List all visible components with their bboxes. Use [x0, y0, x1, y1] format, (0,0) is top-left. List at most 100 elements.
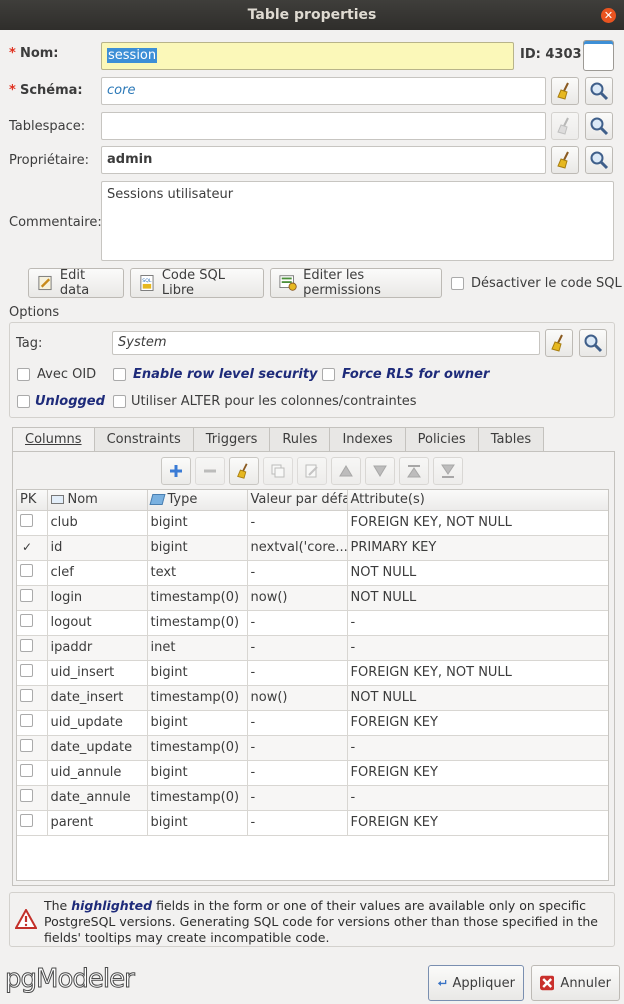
- pk-checkbox[interactable]: [20, 664, 33, 677]
- select-tag-button[interactable]: [579, 329, 607, 357]
- tab-rules[interactable]: Rules: [270, 427, 331, 451]
- table-row[interactable]: uid_annule bigint - FOREIGN KEY: [17, 760, 608, 786]
- tab-indexes[interactable]: Indexes: [330, 427, 406, 451]
- schema-selector[interactable]: core: [101, 77, 546, 105]
- comment-textarea[interactable]: Sessions utilisateur: [101, 181, 614, 261]
- broom-icon: [551, 334, 563, 352]
- tab-policies[interactable]: Policies: [405, 427, 479, 451]
- table-row[interactable]: clef text - NOT NULL: [17, 560, 608, 586]
- pk-checkbox[interactable]: [20, 814, 33, 827]
- table-type-icon[interactable]: [583, 40, 614, 71]
- select-schema-button[interactable]: [585, 77, 613, 105]
- edit-column-button[interactable]: [297, 457, 327, 485]
- clear-columns-button[interactable]: [229, 457, 259, 485]
- clear-schema-button[interactable]: [551, 77, 579, 105]
- table-row[interactable]: uid_insert bigint - FOREIGN KEY, NOT NULL: [17, 660, 608, 686]
- disable-sql-check[interactable]: [451, 277, 464, 290]
- header-nom[interactable]: Nom: [47, 490, 148, 511]
- unlogged-checkbox[interactable]: Unlogged: [17, 394, 105, 409]
- owner-selector[interactable]: admin: [101, 146, 546, 174]
- pk-checkbox[interactable]: [20, 714, 33, 727]
- unlogged-check[interactable]: [17, 395, 30, 408]
- tablespace-selector[interactable]: [101, 112, 546, 140]
- tab-columns[interactable]: Columns: [12, 427, 95, 452]
- use-alter-checkbox[interactable]: Utiliser ALTER pour les colonnes/contrai…: [113, 394, 417, 409]
- table-row[interactable]: ipaddr inet - -: [17, 635, 608, 661]
- pk-cell[interactable]: [17, 685, 48, 711]
- select-owner-button[interactable]: [585, 146, 613, 174]
- header-attributes[interactable]: Attribute(s): [347, 490, 608, 511]
- enable-rls-check[interactable]: [113, 368, 126, 381]
- table-row[interactable]: club bigint - FOREIGN KEY, NOT NULL: [17, 510, 608, 536]
- move-bottom-button[interactable]: [433, 457, 463, 485]
- pk-cell[interactable]: [17, 760, 48, 786]
- columns-grid[interactable]: PK Nom Type Valeur par défaut Attribute(…: [16, 489, 609, 881]
- edit-data-label: Edit data: [59, 268, 90, 298]
- force-rls-check[interactable]: [322, 368, 335, 381]
- remove-column-button[interactable]: [195, 457, 225, 485]
- pk-cell[interactable]: [17, 810, 48, 836]
- clear-tablespace-button[interactable]: [551, 112, 579, 140]
- table-row[interactable]: date_annule timestamp(0) - -: [17, 785, 608, 811]
- tag-selector[interactable]: System: [112, 331, 540, 355]
- pk-checkbox[interactable]: [20, 614, 33, 627]
- header-pk[interactable]: PK: [17, 490, 48, 511]
- tab-triggers[interactable]: Triggers: [193, 427, 271, 451]
- pk-checkbox[interactable]: [20, 764, 33, 777]
- pk-checkbox[interactable]: [20, 789, 33, 802]
- pk-checkbox[interactable]: [20, 689, 33, 702]
- edit-data-button[interactable]: Edit data: [28, 268, 124, 298]
- pk-cell[interactable]: [17, 735, 48, 761]
- disable-sql-checkbox[interactable]: Désactiver le code SQL: [451, 276, 622, 291]
- enable-rls-checkbox[interactable]: Enable row level security: [113, 367, 318, 382]
- tab-constraints[interactable]: Constraints: [94, 427, 194, 451]
- sql-libre-button[interactable]: SQL Code SQL Libre: [130, 268, 264, 298]
- pk-checkbox[interactable]: [20, 639, 33, 652]
- default-cell: -: [247, 660, 348, 686]
- table-row[interactable]: ✓ id bigint nextval('core... PRIMARY KEY: [17, 535, 608, 561]
- pk-cell[interactable]: [17, 785, 48, 811]
- pk-checkbox[interactable]: [20, 564, 33, 577]
- pk-cell[interactable]: [17, 635, 48, 661]
- tab-tables[interactable]: Tables: [478, 427, 545, 451]
- pk-cell[interactable]: ✓: [17, 535, 48, 561]
- nom-input-value: session: [107, 48, 158, 63]
- table-row[interactable]: parent bigint - FOREIGN KEY: [17, 810, 608, 836]
- pk-cell[interactable]: [17, 585, 48, 611]
- move-top-button[interactable]: [399, 457, 429, 485]
- pk-cell[interactable]: [17, 610, 48, 636]
- avec-oid-check[interactable]: [17, 368, 30, 381]
- notice-pre: The: [44, 898, 72, 913]
- pk-checkbox[interactable]: [20, 514, 33, 527]
- use-alter-check[interactable]: [113, 395, 126, 408]
- clear-tag-button[interactable]: [545, 329, 573, 357]
- pk-cell[interactable]: [17, 510, 48, 536]
- pk-cell[interactable]: [17, 710, 48, 736]
- avec-oid-checkbox[interactable]: Avec OID: [17, 367, 96, 382]
- cancel-button[interactable]: Annuler: [531, 965, 620, 1001]
- table-row[interactable]: logout timestamp(0) - -: [17, 610, 608, 636]
- apply-button[interactable]: Appliquer: [428, 965, 524, 1001]
- duplicate-column-button[interactable]: [263, 457, 293, 485]
- table-row[interactable]: login timestamp(0) now() NOT NULL: [17, 585, 608, 611]
- force-rls-checkbox[interactable]: Force RLS for owner: [322, 367, 489, 382]
- table-row[interactable]: date_insert timestamp(0) now() NOT NULL: [17, 685, 608, 711]
- move-up-button[interactable]: [331, 457, 361, 485]
- add-column-button[interactable]: [161, 457, 191, 485]
- select-tablespace-button[interactable]: [585, 112, 613, 140]
- clear-owner-button[interactable]: [551, 146, 579, 174]
- pk-cell[interactable]: [17, 560, 48, 586]
- attributes-cell: NOT NULL: [347, 685, 608, 711]
- move-down-button[interactable]: [365, 457, 395, 485]
- pk-checkbox[interactable]: [20, 589, 33, 602]
- close-window-button[interactable]: ✕: [601, 8, 616, 23]
- edit-permissions-button[interactable]: Editer les permissions: [270, 268, 442, 298]
- pk-cell[interactable]: [17, 660, 48, 686]
- table-row[interactable]: date_update timestamp(0) - -: [17, 735, 608, 761]
- pk-checkbox[interactable]: [20, 739, 33, 752]
- header-type[interactable]: Type: [147, 490, 248, 511]
- table-row[interactable]: uid_update bigint - FOREIGN KEY: [17, 710, 608, 736]
- pk-checkmark-icon[interactable]: ✓: [20, 540, 32, 554]
- nom-input[interactable]: session: [101, 42, 514, 70]
- header-default[interactable]: Valeur par défaut: [247, 490, 348, 511]
